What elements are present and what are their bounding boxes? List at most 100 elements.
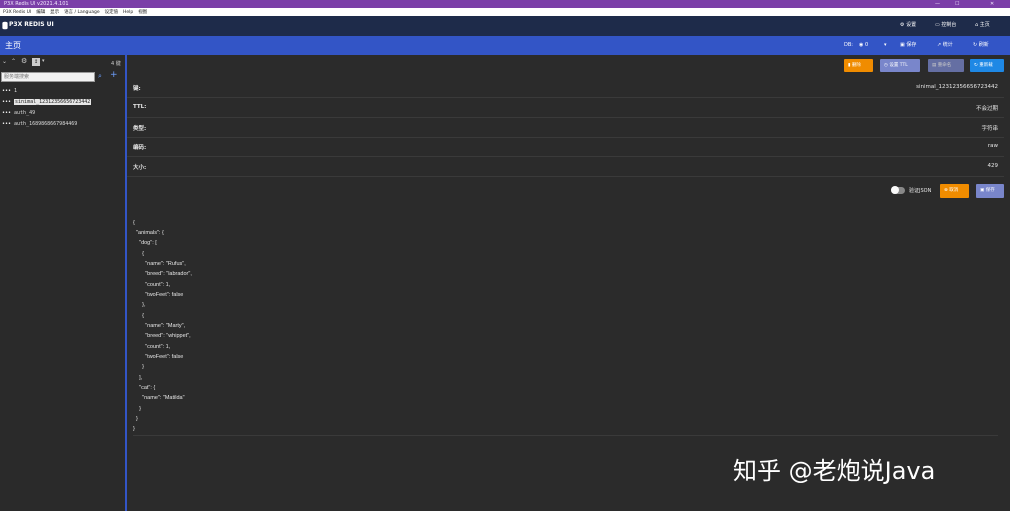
- minimize-button[interactable]: —: [935, 0, 940, 8]
- app-logo: P3X REDIS UI: [9, 21, 54, 28]
- key-value: sinimal_12312356656723442: [916, 84, 998, 90]
- code-line: "name": "Marty",: [133, 323, 186, 329]
- code-line: "count": 1,: [133, 344, 171, 350]
- collapse-icon[interactable]: ⌄: [2, 58, 7, 65]
- delete-label: 删除: [851, 63, 861, 68]
- ttl-value: 不会过期: [975, 106, 998, 112]
- refresh-label: 刷新: [978, 42, 989, 48]
- detail-row-encoding: 编码: raw: [127, 137, 1004, 157]
- code-line: ],: [133, 375, 143, 381]
- chevron-down-icon[interactable]: ▾: [42, 58, 45, 64]
- key-label: 键:: [133, 86, 141, 92]
- validate-json-toggle[interactable]: [891, 186, 905, 194]
- refresh-button[interactable]: ↻ 刷新: [973, 41, 989, 50]
- code-line: "breed": "whippet",: [133, 333, 191, 339]
- watermark: 知乎 @老炮说Java: [733, 457, 936, 485]
- rename-button[interactable]: ▤ 重命名: [928, 59, 964, 72]
- console-button[interactable]: ▭ 控制台: [935, 21, 956, 30]
- key-list-item[interactable]: ••• 1: [2, 88, 17, 94]
- code-line: "twoFeet": false: [133, 354, 184, 360]
- home-icon: ⌂: [975, 22, 979, 28]
- set-ttl-label: 设置 TTL: [889, 63, 908, 68]
- dots-icon: •••: [2, 99, 12, 105]
- cancel-button[interactable]: ⊗ 取消: [940, 184, 969, 198]
- code-line: }: [133, 364, 145, 370]
- editor-save-label: 保存: [985, 188, 995, 193]
- key-list-item[interactable]: ••• auth_1689868667984469: [2, 121, 77, 127]
- dots-icon: •••: [2, 121, 12, 127]
- size-value: 429: [987, 163, 999, 169]
- trash-icon: ▮: [848, 63, 851, 68]
- trend-icon: ↗: [937, 42, 942, 48]
- stats-button[interactable]: ↗ 统计: [937, 41, 953, 50]
- json-editor[interactable]: [133, 220, 998, 436]
- code-line: "name": "Rufus",: [133, 261, 186, 267]
- timer-icon: ◷: [884, 63, 888, 68]
- code-line: }: [133, 426, 135, 432]
- ttl-label: TTL:: [133, 104, 147, 110]
- gear-icon[interactable]: ⚙: [21, 57, 27, 65]
- page-title: 主页: [5, 41, 21, 50]
- db-selector[interactable]: ◉ 0: [859, 41, 868, 50]
- key-name: sinimal_12312356656723442: [14, 99, 92, 105]
- page-header: 主页 DB: ◉ 0 ▾ ▣ 保存 ↗ 统计 ↻ 刷新: [0, 36, 1010, 55]
- editor-save-button[interactable]: ▣ 保存: [976, 184, 1004, 198]
- database-icon: [2, 21, 8, 30]
- cancel-label: 取消: [949, 188, 959, 193]
- encoding-value: raw: [987, 143, 998, 149]
- cancel-icon: ⊗: [944, 188, 948, 193]
- header-save-button[interactable]: ▣ 保存: [900, 41, 916, 50]
- code-line: },: [133, 302, 146, 308]
- maximize-button[interactable]: ☐: [955, 0, 959, 8]
- key-name: 1: [14, 88, 18, 94]
- code-line: "twoFeet": false: [133, 292, 184, 298]
- code-line: "animals": {: [133, 230, 164, 236]
- code-line: {: [133, 313, 145, 319]
- delete-button[interactable]: ▮ 删除: [844, 59, 873, 72]
- encoding-label: 编码:: [133, 145, 147, 151]
- close-window-button[interactable]: ✕: [990, 0, 994, 8]
- app-bar: P3X REDIS UI ⚙ 设置 ▭ 控制台 ⌂ 主页: [0, 16, 1010, 36]
- settings-button[interactable]: ⚙ 设置: [900, 21, 916, 30]
- home-button[interactable]: ⌂ 主页: [975, 21, 990, 30]
- refresh-icon: ↻: [973, 42, 978, 48]
- detail-row-key: 键: sinimal_12312356656723442: [127, 78, 1004, 98]
- code-line: {: [133, 220, 135, 226]
- window-title: P3X Redis UI v2021.4.101: [4, 1, 69, 7]
- key-count: 4 键: [111, 61, 121, 67]
- code-line: "cat": {: [133, 385, 156, 391]
- dots-icon: •••: [2, 88, 12, 94]
- code-line: "count": 1,: [133, 282, 171, 288]
- add-key-icon[interactable]: +: [110, 70, 118, 80]
- detail-row-size: 大小: 429: [127, 157, 1004, 177]
- rename-label: 重命名: [937, 63, 952, 68]
- settings-label: 设置: [906, 22, 917, 28]
- db-label: DB:: [844, 42, 853, 48]
- chevron-down-icon[interactable]: ▾: [884, 41, 887, 50]
- reload-button[interactable]: ↻ 重新载: [970, 59, 1004, 72]
- header-save-label: 保存: [906, 42, 917, 48]
- floppy-icon: ▣: [900, 42, 905, 48]
- search-icon[interactable]: ⌕: [98, 72, 102, 81]
- code-line: {: [133, 251, 145, 257]
- reload-label: 重新载: [979, 63, 993, 68]
- size-label: 大小:: [133, 165, 147, 171]
- search-input[interactable]: [1, 72, 95, 82]
- code-line: "name": "Matilda": [133, 395, 185, 401]
- db-value: 0: [864, 42, 869, 48]
- key-name: auth_1689868667984469: [14, 121, 78, 127]
- window-titlebar: P3X Redis UI v2021.4.101 — ☐ ✕: [0, 0, 1010, 8]
- type-value: 字符串: [981, 126, 998, 132]
- code-line: "dog": [: [133, 240, 157, 246]
- stats-label: 统计: [942, 42, 953, 48]
- set-ttl-button[interactable]: ◷ 设置 TTL: [880, 59, 920, 72]
- console-icon: ▭: [935, 22, 940, 28]
- radio-icon: ◉: [859, 42, 864, 48]
- sort-button[interactable]: ↕: [32, 58, 40, 66]
- expand-icon[interactable]: ⌃: [11, 58, 16, 65]
- key-list-item[interactable]: ••• auth_49: [2, 110, 35, 116]
- type-label: 类型:: [133, 126, 147, 132]
- key-list-item-selected[interactable]: ••• sinimal_12312356656723442: [2, 99, 92, 105]
- validate-json-label: 验证JSON: [909, 188, 932, 194]
- key-name: auth_49: [14, 110, 36, 116]
